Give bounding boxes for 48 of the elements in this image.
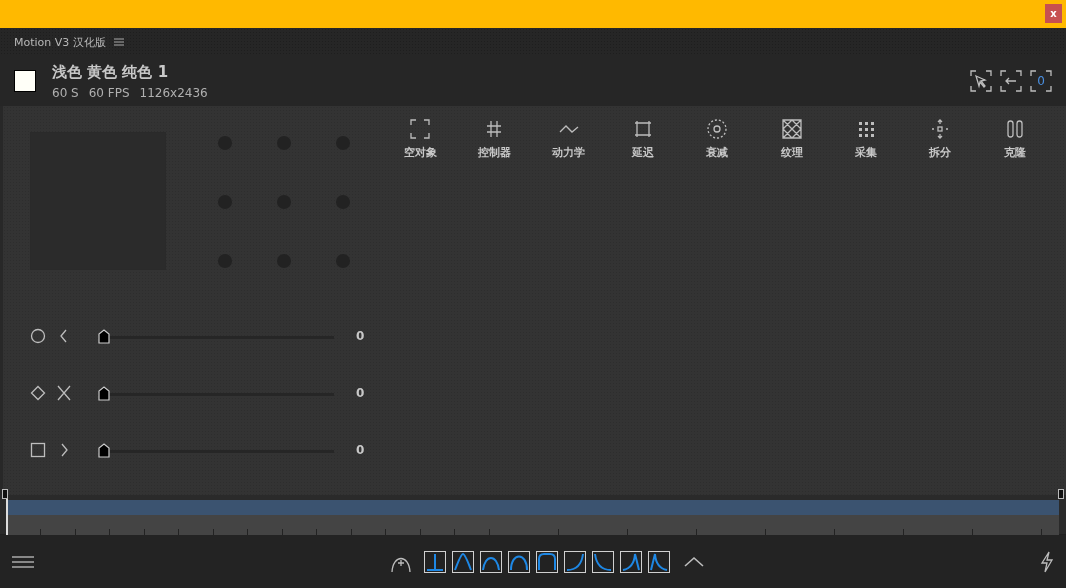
circle-icon[interactable] (30, 328, 46, 344)
fps-text: 60 FPS (88, 85, 130, 100)
diamond-icon[interactable] (30, 385, 46, 401)
lightning-icon[interactable] (1040, 550, 1054, 573)
grid-icon (780, 118, 803, 140)
easing-button[interactable] (480, 550, 502, 573)
easing-button[interactable] (452, 550, 474, 573)
slider-thumb[interactable] (98, 329, 110, 344)
corners-icon (409, 118, 432, 140)
target-icon (706, 118, 729, 140)
composition-name: 浅色 黄色 纯色 1 (52, 62, 170, 82)
menu-icon[interactable] (12, 554, 34, 569)
slider-value: 0 (356, 386, 365, 400)
chevron-up-icon[interactable] (684, 555, 704, 568)
counter-button[interactable]: 0 (1030, 70, 1052, 92)
easing-button[interactable] (508, 550, 530, 573)
pointer-tool-button[interactable] (970, 70, 992, 92)
timeline-handle[interactable] (1058, 489, 1064, 499)
duration-text: 60 S (52, 85, 79, 100)
tool-button[interactable]: 衰减 (680, 118, 755, 160)
tool-button[interactable]: 拆分 (903, 118, 978, 160)
tool-button[interactable]: 动力学 (531, 118, 606, 160)
tool-button[interactable]: 延迟 (606, 118, 681, 160)
timeline-handle[interactable] (2, 489, 8, 499)
easing-button[interactable] (592, 550, 614, 573)
easing-button[interactable] (620, 550, 642, 573)
cross-icon[interactable] (56, 385, 72, 401)
wave-icon (558, 125, 579, 133)
square-icon[interactable] (30, 442, 46, 458)
tool-button[interactable]: 纹理 (754, 118, 829, 160)
tool-button[interactable]: 控制器 (457, 118, 532, 160)
tool-button[interactable]: 采集 (828, 118, 904, 160)
close-button[interactable]: x (1045, 3, 1062, 23)
tool-button[interactable]: 克隆 (977, 118, 1052, 160)
app-title: Motion V3 汉化版 (14, 34, 106, 50)
easing-button[interactable] (424, 550, 446, 573)
size-text: 1126x2436 (139, 85, 208, 100)
slider-thumb[interactable] (98, 386, 110, 401)
easing-button[interactable] (648, 550, 670, 573)
menu-icon[interactable] (113, 38, 124, 46)
slider-value: 0 (356, 443, 365, 457)
easing-button[interactable] (536, 550, 558, 573)
slider-thumb[interactable] (98, 443, 110, 458)
arrow-tool-button[interactable] (1000, 70, 1022, 92)
color-swatch[interactable] (14, 70, 36, 92)
easing-button[interactable] (564, 550, 586, 573)
tool-button[interactable]: 空对象 (383, 118, 458, 160)
slider-value: 0 (356, 329, 365, 343)
